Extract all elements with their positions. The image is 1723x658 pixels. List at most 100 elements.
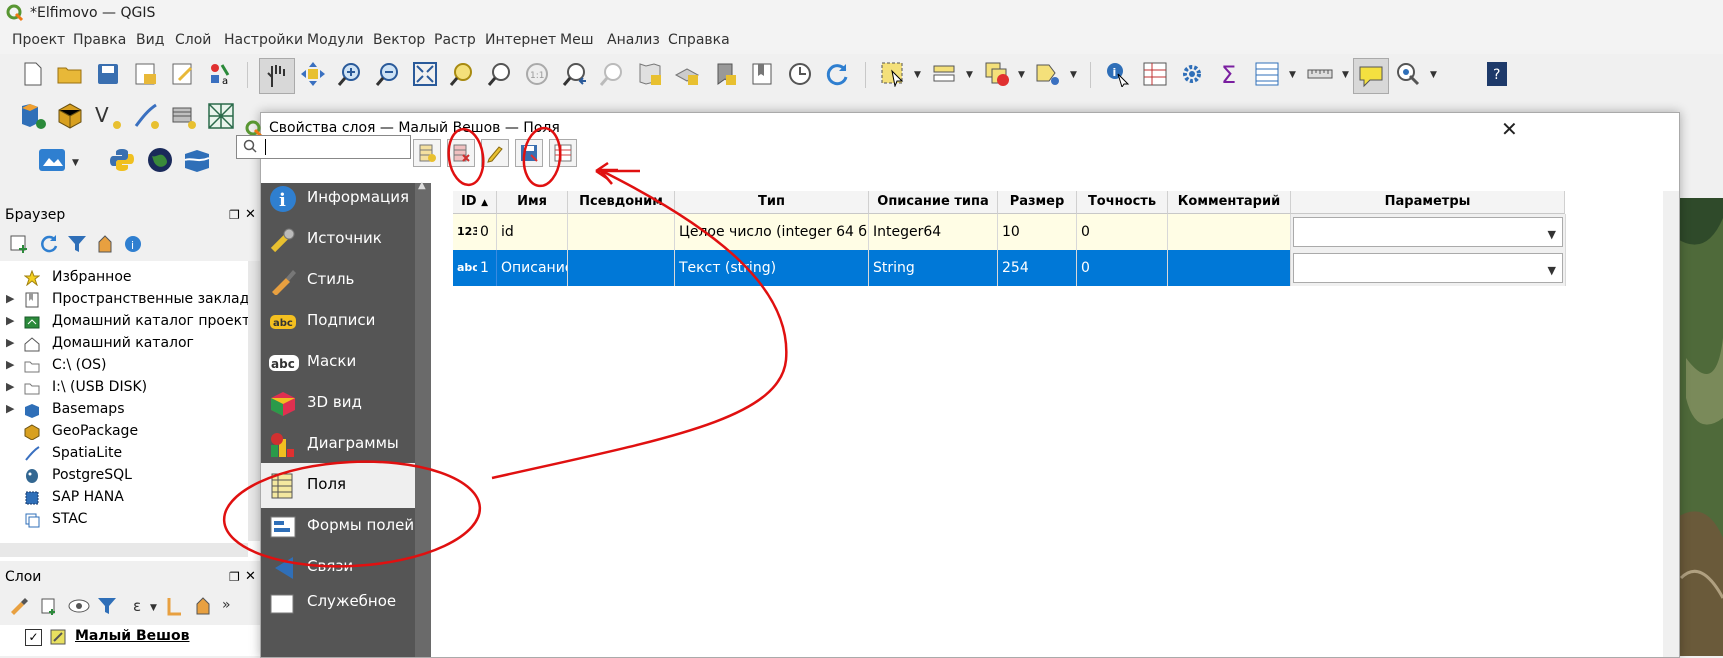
browser-item-saphana[interactable]: SAP HANA bbox=[0, 487, 260, 509]
select-by-location-icon[interactable] bbox=[1033, 59, 1063, 89]
panel-close-icon[interactable]: ✕ bbox=[245, 569, 256, 584]
menu-analysis[interactable]: Анализ bbox=[607, 32, 660, 48]
layout-icon[interactable] bbox=[168, 59, 198, 89]
zoom-in-icon[interactable] bbox=[335, 59, 365, 89]
select-dropdown-icon[interactable]: ▼ bbox=[914, 70, 921, 80]
browser-item-favorites[interactable]: Избранное bbox=[0, 267, 260, 289]
zoom-to-layer-icon[interactable] bbox=[485, 59, 515, 89]
browser-item-project-home[interactable]: ▶ Домашний каталог проекта bbox=[0, 311, 260, 333]
expand-all-icon[interactable] bbox=[162, 593, 188, 619]
menu-web[interactable]: Интернет bbox=[485, 32, 556, 48]
actions-dropdown-icon[interactable]: ▼ bbox=[1430, 70, 1437, 80]
column-header-length[interactable]: Размер bbox=[998, 191, 1077, 214]
zoom-full-icon[interactable] bbox=[410, 59, 440, 89]
sidebar-item-source[interactable]: Источник bbox=[261, 217, 431, 262]
sidebar-item-information[interactable]: i Информация bbox=[261, 176, 431, 221]
zoom-to-selection-icon[interactable] bbox=[447, 59, 477, 89]
browser-item-postgresql[interactable]: PostgreSQL bbox=[0, 465, 260, 487]
show-bookmarks-icon[interactable] bbox=[747, 59, 777, 89]
pan-to-selection-icon[interactable] bbox=[298, 59, 328, 89]
sidebar-item-fields[interactable]: Поля bbox=[261, 463, 431, 508]
column-header-precision[interactable]: Точность bbox=[1077, 191, 1168, 214]
python-console-icon[interactable] bbox=[107, 145, 137, 175]
zoom-next-icon[interactable] bbox=[597, 59, 627, 89]
expand-arrow-icon[interactable]: ▶ bbox=[6, 402, 14, 415]
new-geopackage-layer-icon[interactable] bbox=[55, 101, 85, 131]
menu-settings[interactable]: Настройки bbox=[224, 32, 303, 48]
menu-view[interactable]: Вид bbox=[136, 32, 164, 48]
browser-item-spatialite[interactable]: SpatiaLite bbox=[0, 443, 260, 465]
scroll-up-arrow-icon[interactable]: ▲ bbox=[418, 180, 426, 191]
open-attribute-table-icon[interactable] bbox=[1252, 59, 1282, 89]
settings-gear-icon[interactable] bbox=[1177, 59, 1207, 89]
column-header-type[interactable]: Тип bbox=[675, 191, 869, 214]
filter-legend-icon[interactable] bbox=[94, 593, 120, 619]
refresh-browser-icon[interactable] bbox=[36, 231, 62, 257]
zoom-out-icon[interactable] bbox=[373, 59, 403, 89]
toolbar-overflow-icon[interactable]: » bbox=[222, 597, 231, 613]
browser-item-drive-c[interactable]: ▶ C:\ (OS) bbox=[0, 355, 260, 377]
statistics-sigma-icon[interactable]: Σ bbox=[1215, 59, 1245, 89]
sidebar-item-auxiliary[interactable]: Служебное bbox=[261, 580, 431, 625]
properties-info-icon[interactable]: i bbox=[120, 231, 146, 257]
new-field-icon[interactable] bbox=[413, 139, 441, 167]
browser-item-home[interactable]: ▶ Домашний каталог bbox=[0, 333, 260, 355]
menu-mesh[interactable]: Меш bbox=[560, 32, 594, 48]
select-value-dropdown-icon[interactable]: ▼ bbox=[966, 70, 973, 80]
filter-expression-icon[interactable]: ε bbox=[122, 593, 152, 619]
refresh-icon[interactable] bbox=[822, 59, 852, 89]
new-spatialite-layer-icon[interactable] bbox=[131, 101, 161, 131]
cell-alias[interactable] bbox=[568, 214, 675, 250]
column-header-id[interactable]: ID ▲ bbox=[453, 191, 497, 214]
new-shapefile-layer-icon[interactable]: V bbox=[93, 101, 123, 131]
zoom-last-icon[interactable] bbox=[560, 59, 590, 89]
table-scrollbar[interactable] bbox=[1663, 191, 1679, 657]
column-header-parameters[interactable]: Параметры bbox=[1291, 191, 1565, 214]
actions-icon[interactable] bbox=[1393, 59, 1423, 89]
save-as-icon[interactable] bbox=[131, 59, 161, 89]
browser-item-drive-i[interactable]: ▶ I:\ (USB DISK) bbox=[0, 377, 260, 399]
new-3d-view-icon[interactable] bbox=[672, 59, 702, 89]
column-header-alias[interactable]: Псевдоним bbox=[568, 191, 675, 214]
new-bookmark-icon[interactable] bbox=[710, 59, 740, 89]
visibility-eye-icon[interactable] bbox=[66, 593, 92, 619]
select-features-icon[interactable] bbox=[878, 59, 908, 89]
toggle-editing-pencil-icon[interactable] bbox=[481, 139, 509, 167]
add-group-icon[interactable] bbox=[36, 593, 62, 619]
layer-visibility-checkbox[interactable]: ✓ bbox=[25, 629, 42, 646]
identify-icon[interactable]: i bbox=[1103, 59, 1133, 89]
cell-name[interactable]: Описание bbox=[497, 250, 568, 286]
map-tips-icon[interactable] bbox=[1353, 58, 1389, 94]
new-map-view-icon[interactable] bbox=[635, 59, 665, 89]
browser-item-basemaps[interactable]: ▶ Basemaps bbox=[0, 399, 260, 421]
temporal-controller-icon[interactable] bbox=[785, 59, 815, 89]
field-calculator-icon[interactable] bbox=[549, 139, 577, 167]
select-location-dropdown-icon[interactable]: ▼ bbox=[1070, 70, 1077, 80]
cell-alias[interactable] bbox=[568, 250, 675, 286]
measure-dropdown-icon[interactable]: ▼ bbox=[1342, 70, 1349, 80]
menu-plugins[interactable]: Модули bbox=[307, 32, 364, 48]
browser-scrollbar[interactable] bbox=[248, 261, 260, 541]
add-layer-icon[interactable] bbox=[6, 231, 32, 257]
cell-comment[interactable] bbox=[1168, 250, 1291, 286]
expand-arrow-icon[interactable]: ▶ bbox=[6, 314, 14, 327]
collapse-all-layers-icon[interactable] bbox=[190, 593, 216, 619]
save-project-icon[interactable] bbox=[93, 59, 123, 89]
georeferencer-dropdown-icon[interactable]: ▼ bbox=[72, 158, 79, 168]
filter-expression-dropdown-icon[interactable]: ▼ bbox=[150, 603, 157, 613]
panel-float-icon[interactable]: ❐ bbox=[229, 208, 240, 222]
measure-icon[interactable] bbox=[1305, 59, 1335, 89]
attribute-table-calc-icon[interactable] bbox=[1140, 59, 1170, 89]
menu-help[interactable]: Справка bbox=[668, 32, 730, 48]
zoom-native-icon[interactable]: 1:1 bbox=[522, 59, 552, 89]
browser-hscrollbar[interactable] bbox=[0, 543, 248, 557]
column-header-comment[interactable]: Комментарий bbox=[1168, 191, 1291, 214]
pan-hand-icon[interactable] bbox=[259, 58, 295, 94]
dialog-close-icon[interactable]: ✕ bbox=[1501, 117, 1518, 141]
menu-edit[interactable]: Правка bbox=[73, 32, 126, 48]
map-canvas[interactable] bbox=[1676, 198, 1723, 656]
cell-comment[interactable] bbox=[1168, 214, 1291, 250]
filter-browser-icon[interactable] bbox=[64, 231, 90, 257]
parameters-combobox[interactable]: ▼ bbox=[1293, 253, 1563, 283]
panel-float-icon[interactable]: ❐ bbox=[229, 570, 240, 584]
